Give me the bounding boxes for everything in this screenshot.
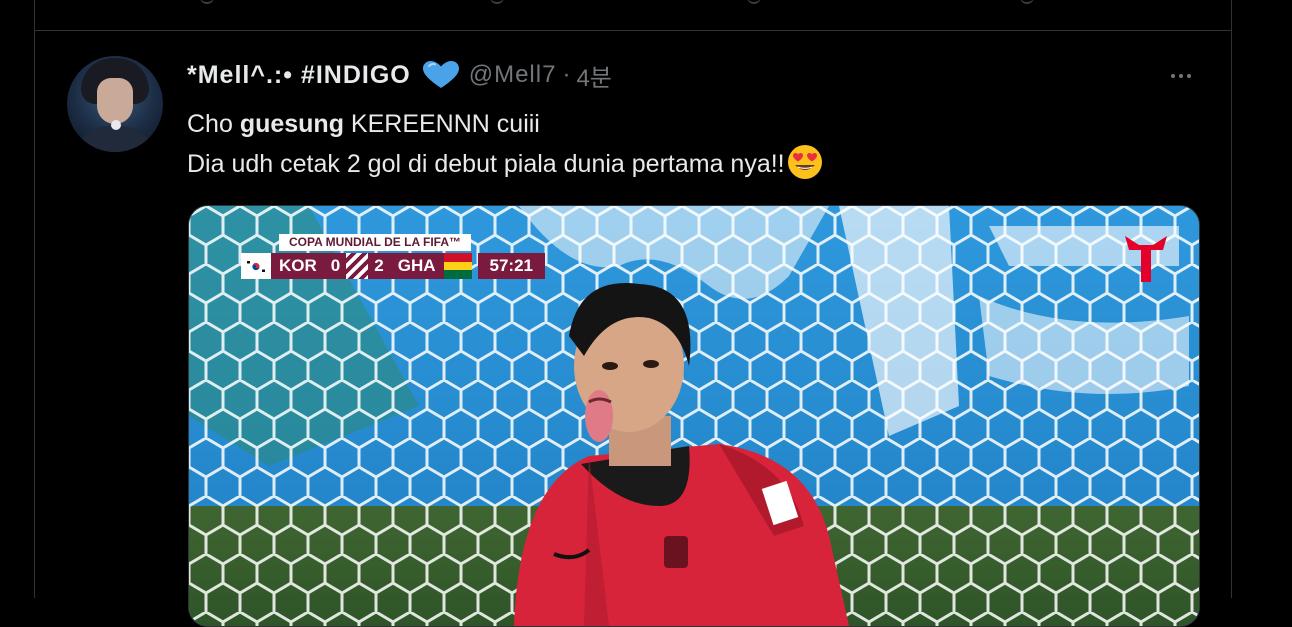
display-name[interactable]: *Mell^.:• #INDIGO — [187, 61, 411, 90]
avatar-face — [97, 78, 133, 124]
previous-tweet-actions-strip — [35, 0, 1231, 30]
tweet-header: *Mell^.:• #INDIGO @Mell7 · 4분 — [187, 61, 612, 92]
korea-flag-icon — [241, 253, 271, 279]
more-dot-icon — [1179, 74, 1183, 78]
more-options-button[interactable] — [1161, 61, 1201, 91]
text-suffix: KEREENNN cuiii — [343, 110, 540, 138]
tweet-media-image[interactable]: COPA MUNDIAL DE LA FIFA™ KOR 0 2 GHA 57:… — [188, 205, 1200, 627]
share-icon[interactable] — [1020, 0, 1034, 4]
heart-eyes-emoji-icon — [787, 145, 822, 179]
more-dot-icon — [1187, 74, 1191, 78]
tweet[interactable]: *Mell^.:• #INDIGO @Mell7 · 4분 Cho guesun… — [35, 31, 1231, 627]
match-clock: 57:21 — [477, 253, 545, 279]
ghana-flag-icon — [443, 253, 472, 280]
timestamp[interactable]: 4분 — [576, 58, 611, 93]
text-line-2: Dia udh cetak 2 gol di debut piala dunia… — [187, 150, 785, 178]
home-team: KOR — [271, 253, 325, 279]
home-score: 0 — [324, 253, 347, 279]
text-prefix: Cho — [187, 110, 240, 138]
telemundo-logo-icon — [1125, 236, 1167, 282]
scorebug-row: KOR 0 2 GHA 57:21 — [241, 253, 545, 280]
text-bold-name: guesung — [239, 110, 344, 138]
away-team: GHA — [389, 253, 444, 279]
avatar[interactable] — [67, 56, 163, 152]
like-icon[interactable] — [747, 0, 761, 4]
separator-dot: · — [562, 61, 571, 88]
user-handle[interactable]: @Mell7 — [469, 61, 557, 89]
retweet-icon[interactable] — [490, 0, 504, 4]
tweet-text-line-1: Cho guesung KEREENNN cuiii — [187, 104, 1187, 144]
away-score: 2 — [368, 253, 390, 279]
blue-heart-icon — [422, 61, 459, 88]
avatar-mic — [111, 120, 121, 130]
timeline-right-border — [1231, 0, 1232, 598]
scorebug-divider — [346, 253, 369, 279]
tweet-text-line-2: Dia udh cetak 2 gol di debut piala dunia… — [187, 144, 1187, 184]
scorebug-title: COPA MUNDIAL DE LA FIFA™ — [279, 234, 471, 251]
reply-icon[interactable] — [200, 0, 214, 4]
more-dot-icon — [1171, 74, 1175, 78]
tweet-text: Cho guesung KEREENNN cuiii Dia udh cetak… — [187, 104, 1187, 184]
